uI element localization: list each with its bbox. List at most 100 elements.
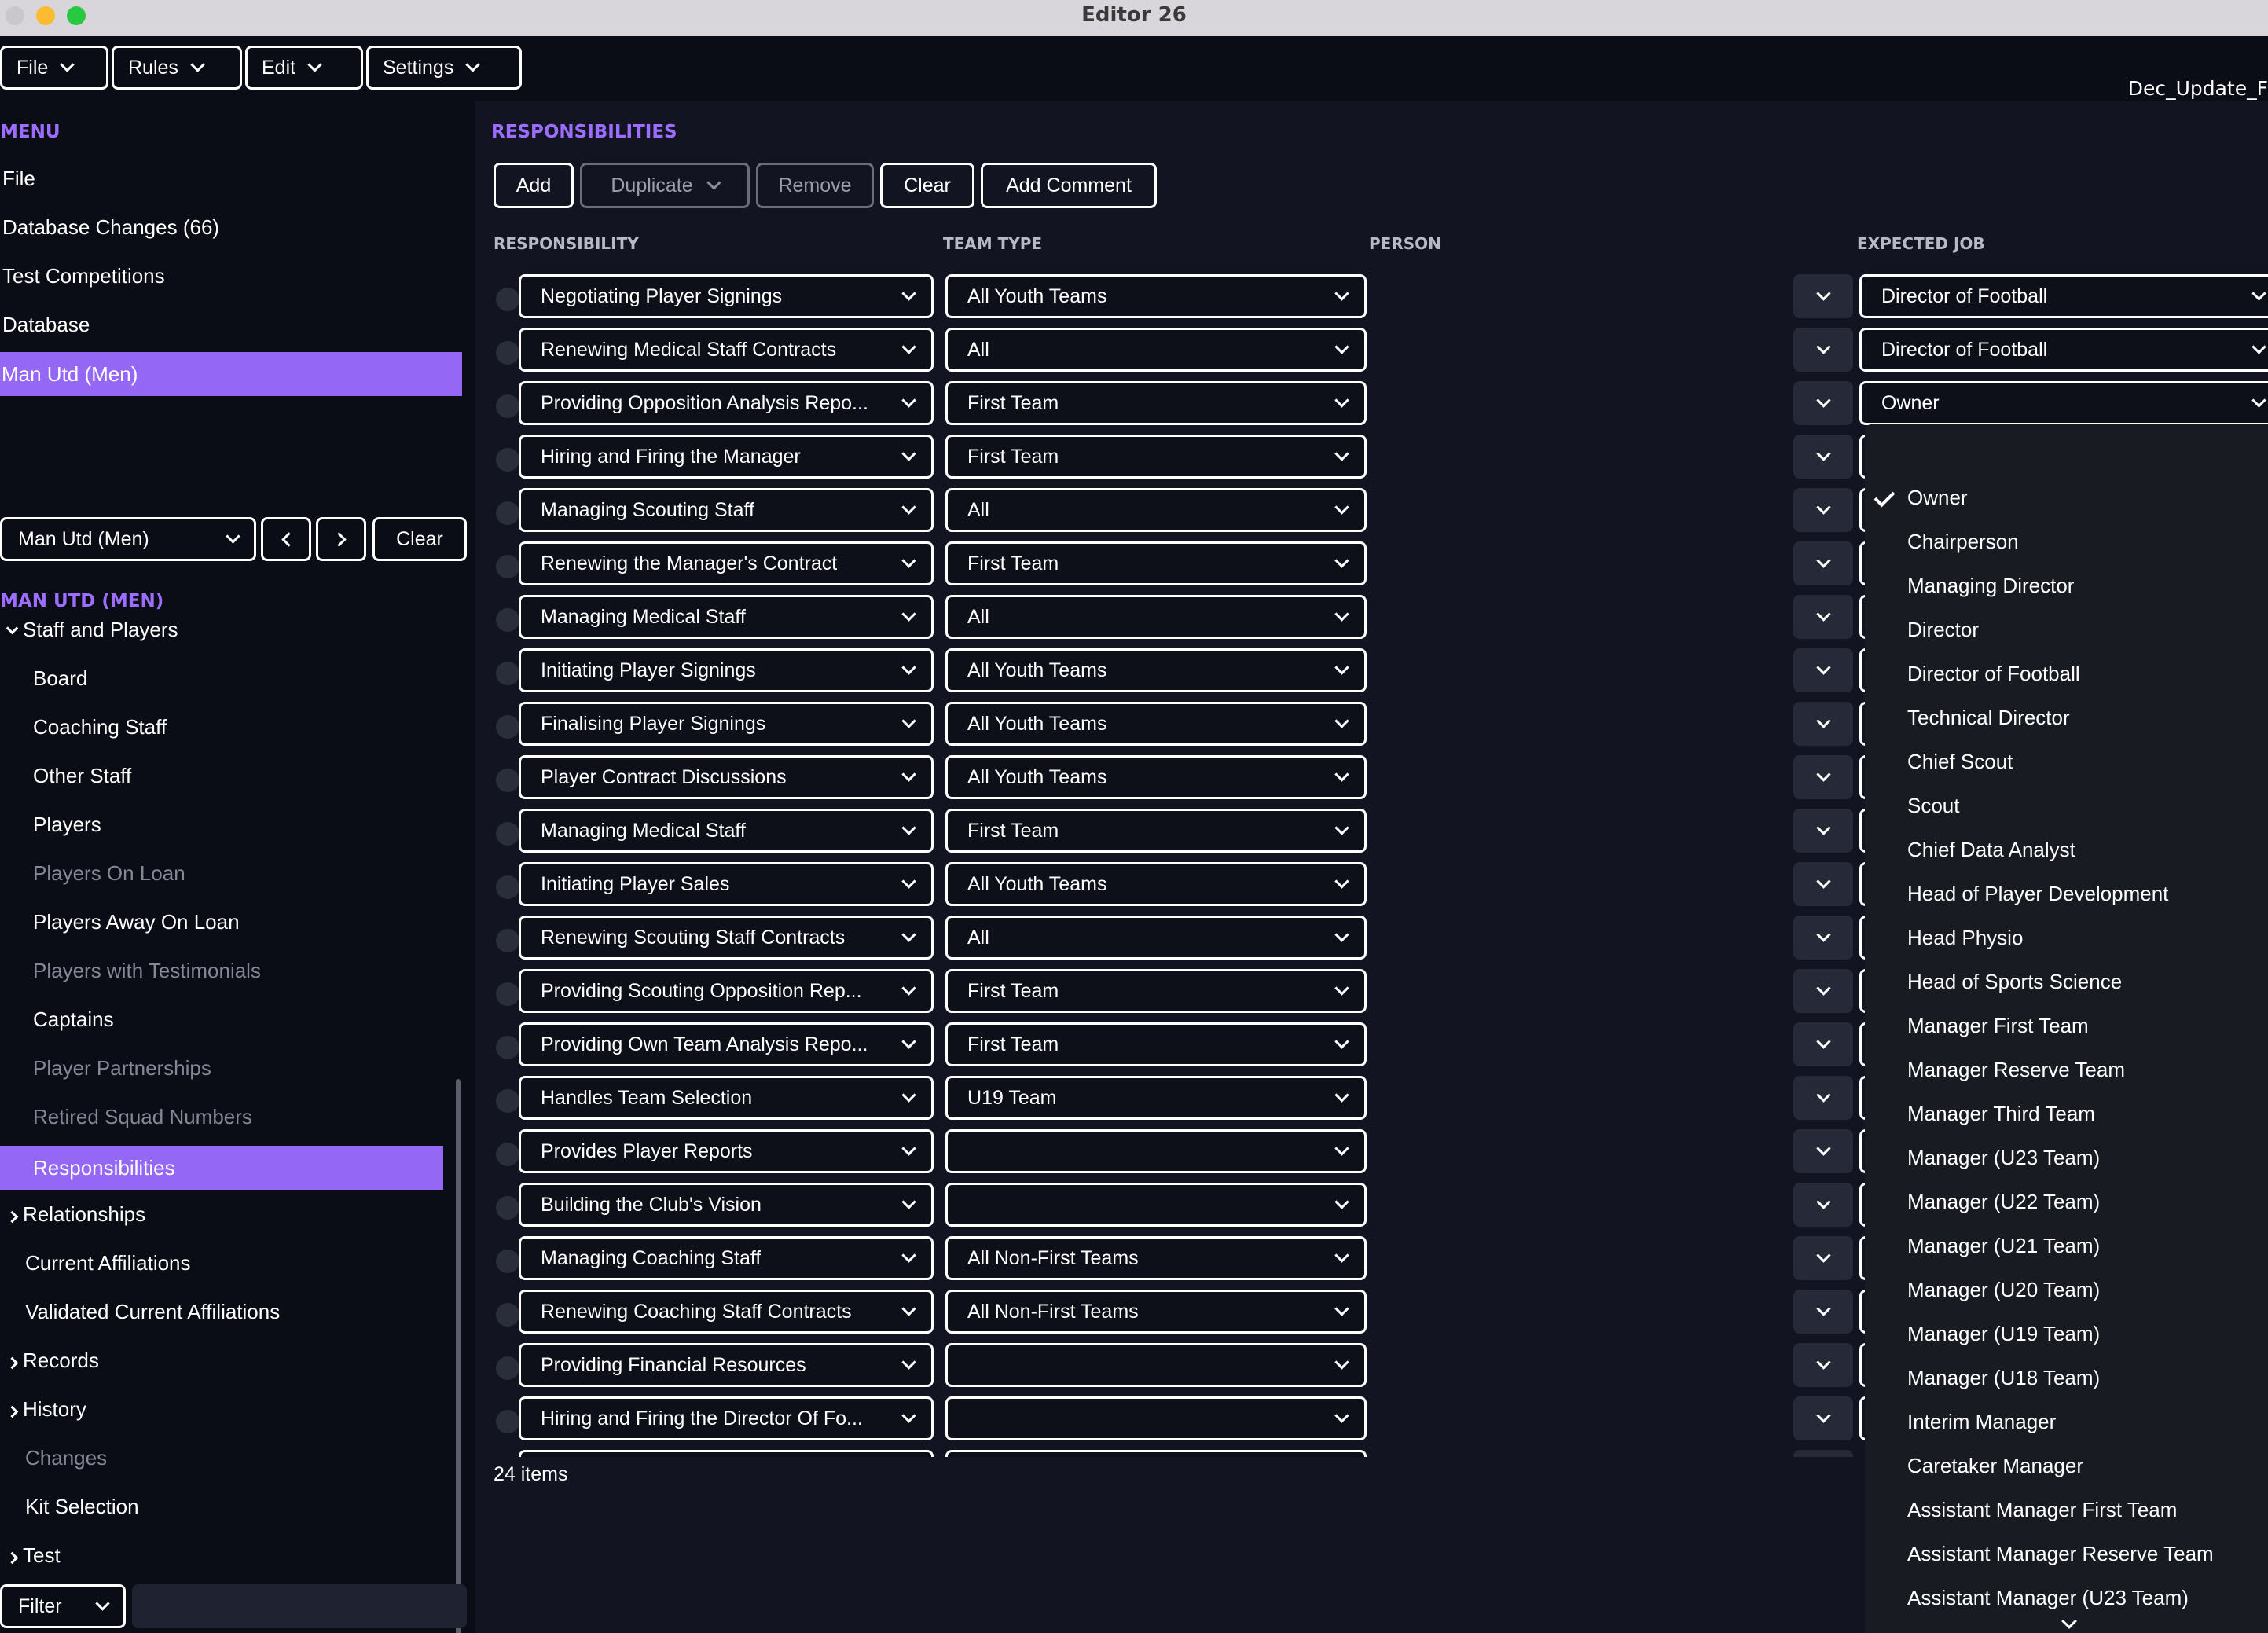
team-type-select[interactable]: All Youth Teams bbox=[945, 755, 1367, 799]
person-select-button[interactable] bbox=[1793, 1290, 1853, 1334]
row-status-icon[interactable] bbox=[496, 982, 519, 1006]
person-select-button[interactable] bbox=[1793, 755, 1853, 799]
row-status-icon[interactable] bbox=[496, 1303, 519, 1327]
responsibility-select[interactable]: Renewing Coaching Staff Contracts bbox=[519, 1290, 934, 1334]
responsibility-select[interactable]: Hiring and Firing the Director Of Fo... bbox=[519, 1396, 934, 1440]
dropdown-option[interactable]: Chief Data Analyst bbox=[1907, 838, 2075, 862]
person-select-button[interactable] bbox=[1793, 1129, 1853, 1173]
dropdown-option[interactable]: Manager (U23 Team) bbox=[1907, 1146, 2100, 1170]
row-status-icon[interactable] bbox=[496, 929, 519, 952]
responsibility-select[interactable]: Finalising Player Signings bbox=[519, 702, 934, 746]
settings-menu-button[interactable]: Settings bbox=[366, 46, 522, 90]
team-type-select[interactable]: All bbox=[945, 328, 1367, 372]
expected-job-select[interactable]: Director of Football bbox=[1859, 328, 2268, 372]
dropdown-option[interactable]: Head of Sports Science bbox=[1907, 970, 2122, 994]
expected-job-dropdown-list[interactable]: Owner Chairperson Managing Director Directo… bbox=[1865, 424, 2268, 1633]
remove-button[interactable]: Remove bbox=[756, 163, 874, 208]
row-status-icon[interactable] bbox=[496, 555, 519, 578]
tree-changes[interactable]: Changes bbox=[25, 1446, 107, 1470]
clear-team-button[interactable]: Clear bbox=[372, 517, 467, 561]
person-select-button[interactable] bbox=[1793, 488, 1853, 532]
person-select-button[interactable] bbox=[1793, 595, 1853, 639]
dropdown-option[interactable]: Interim Manager bbox=[1907, 1410, 2056, 1434]
row-status-icon[interactable] bbox=[496, 875, 519, 899]
team-type-select[interactable]: All bbox=[945, 488, 1367, 532]
tree-captains[interactable]: Captains bbox=[33, 1007, 114, 1032]
person-select-button[interactable] bbox=[1793, 274, 1853, 318]
tree-relationships[interactable]: Relationships bbox=[0, 1202, 145, 1227]
team-type-select[interactable]: All Youth Teams bbox=[945, 862, 1367, 906]
dropdown-option[interactable]: Assistant Manager Reserve Team bbox=[1907, 1542, 2214, 1566]
team-type-select[interactable]: All Non-First Teams bbox=[945, 1236, 1367, 1280]
team-type-select[interactable]: All Youth Teams bbox=[945, 648, 1367, 692]
person-select-button[interactable] bbox=[1793, 1076, 1853, 1120]
responsibility-select[interactable]: Managing Scouting Staff bbox=[519, 488, 934, 532]
row-status-icon[interactable] bbox=[496, 394, 519, 418]
tree-current-affiliations[interactable]: Current Affiliations bbox=[25, 1251, 191, 1275]
responsibility-select[interactable]: Renewing Medical Staff Contracts bbox=[519, 328, 934, 372]
row-status-icon[interactable] bbox=[496, 1250, 519, 1273]
tree-players-away-on-loan[interactable]: Players Away On Loan bbox=[33, 910, 240, 934]
dropdown-option[interactable]: Manager First Team bbox=[1907, 1014, 2089, 1038]
tree-player-partnerships[interactable]: Player Partnerships bbox=[33, 1056, 211, 1081]
row-status-icon[interactable] bbox=[496, 1036, 519, 1059]
row-status-icon[interactable] bbox=[496, 608, 519, 632]
dropdown-option[interactable]: Assistant Manager (U23 Team) bbox=[1907, 1586, 2189, 1610]
team-type-select[interactable]: First Team bbox=[945, 435, 1367, 479]
dropdown-option[interactable]: Assistant Manager First Team bbox=[1907, 1498, 2177, 1522]
previous-team-button[interactable] bbox=[261, 517, 311, 561]
team-type-select[interactable]: All bbox=[945, 916, 1367, 960]
tree-kit-selection[interactable]: Kit Selection bbox=[25, 1495, 139, 1519]
responsibility-select[interactable]: Initiating Player Sales bbox=[519, 862, 934, 906]
row-status-icon[interactable] bbox=[496, 341, 519, 365]
responsibility-select[interactable]: Player Contract Discussions bbox=[519, 755, 934, 799]
person-select-button[interactable] bbox=[1793, 1183, 1853, 1227]
team-type-select[interactable]: First Team bbox=[945, 809, 1367, 853]
next-team-button[interactable] bbox=[316, 517, 366, 561]
column-header-team-type[interactable]: TEAM TYPE bbox=[943, 234, 1042, 253]
tree-staff-and-players[interactable]: Staff and Players bbox=[0, 618, 178, 642]
team-type-select[interactable]: First Team bbox=[945, 969, 1367, 1013]
team-select[interactable]: Man Utd (Men) bbox=[0, 517, 256, 561]
tree-board[interactable]: Board bbox=[33, 666, 87, 691]
sidebar-item-file[interactable]: File bbox=[2, 167, 35, 191]
person-select-button[interactable] bbox=[1793, 328, 1853, 372]
row-status-icon[interactable] bbox=[496, 1089, 519, 1113]
row-status-icon[interactable] bbox=[496, 448, 519, 472]
duplicate-button[interactable]: Duplicate bbox=[580, 163, 750, 208]
clear-button[interactable]: Clear bbox=[880, 163, 974, 208]
dropdown-option[interactable]: Head Physio bbox=[1907, 926, 2023, 950]
dropdown-option[interactable]: Manager Reserve Team bbox=[1907, 1058, 2125, 1082]
team-type-select[interactable]: All Youth Teams bbox=[945, 274, 1367, 318]
person-select-button[interactable] bbox=[1793, 541, 1853, 585]
tree-validated-affiliations[interactable]: Validated Current Affiliations bbox=[25, 1300, 280, 1324]
tree-records[interactable]: Records bbox=[0, 1349, 99, 1373]
team-type-select[interactable]: All Youth Teams bbox=[945, 702, 1367, 746]
person-select-button[interactable] bbox=[1793, 1343, 1853, 1387]
dropdown-option[interactable]: Technical Director bbox=[1907, 706, 2070, 730]
dropdown-option[interactable]: Manager (U18 Team) bbox=[1907, 1366, 2100, 1390]
responsibility-select[interactable]: Handles Team Selection bbox=[519, 1076, 934, 1120]
add-comment-button[interactable]: Add Comment bbox=[981, 163, 1157, 208]
add-button[interactable]: Add bbox=[494, 163, 574, 208]
expected-job-select[interactable]: Director of Football bbox=[1859, 274, 2268, 318]
tree-players[interactable]: Players bbox=[33, 813, 101, 837]
file-menu-button[interactable]: File bbox=[0, 46, 108, 90]
responsibility-select[interactable]: Managing Medical Staff bbox=[519, 595, 934, 639]
sidebar-scrollbar[interactable] bbox=[456, 1079, 461, 1633]
person-select-button[interactable] bbox=[1793, 1236, 1853, 1280]
row-status-icon[interactable] bbox=[496, 715, 519, 739]
responsibility-select[interactable]: Renewing Scouting Staff Contracts bbox=[519, 916, 934, 960]
person-select-button[interactable] bbox=[1793, 381, 1853, 425]
team-type-select[interactable]: First Team bbox=[945, 1022, 1367, 1066]
filter-button[interactable]: Filter bbox=[0, 1584, 126, 1628]
dropdown-option[interactable]: Manager (U20 Team) bbox=[1907, 1278, 2100, 1302]
team-type-select[interactable]: All bbox=[945, 595, 1367, 639]
column-header-responsibility[interactable]: RESPONSIBILITY bbox=[494, 234, 639, 253]
dropdown-option[interactable]: Scout bbox=[1907, 794, 1960, 818]
sidebar-item-man-utd[interactable]: Man Utd (Men) bbox=[0, 352, 462, 396]
dropdown-option[interactable]: Caretaker Manager bbox=[1907, 1454, 2083, 1478]
row-status-icon[interactable] bbox=[496, 662, 519, 685]
row-status-icon[interactable] bbox=[496, 1143, 519, 1166]
filter-input[interactable] bbox=[132, 1584, 467, 1628]
